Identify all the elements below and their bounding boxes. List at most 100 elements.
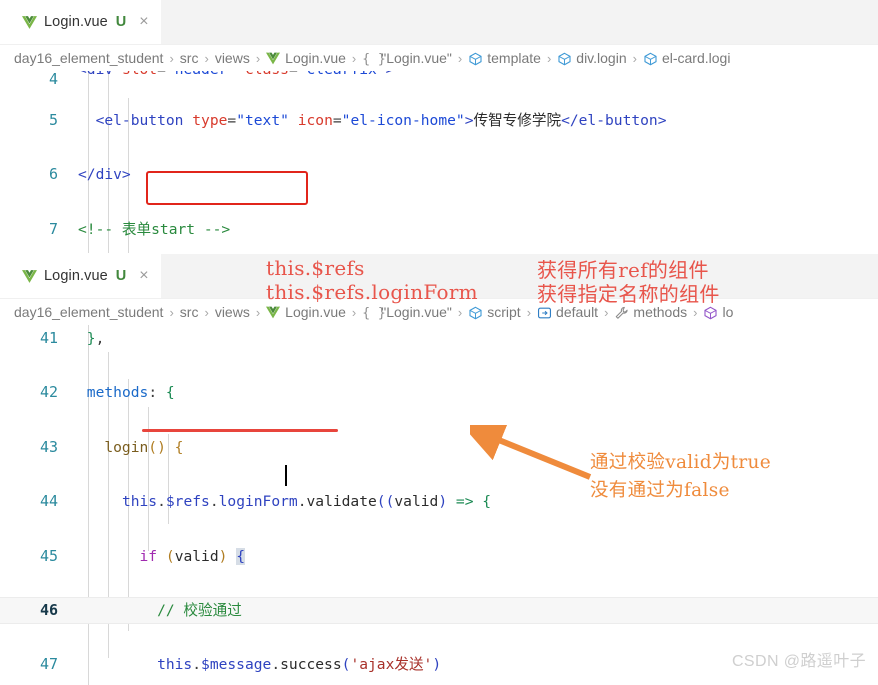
code-area-top[interactable]: 4 <div slot="header" class="clearfix"> 5… <box>0 71 878 253</box>
line-number: 6 <box>48 165 58 184</box>
line-number: 47 <box>39 655 58 674</box>
breadcrumb-separator: › <box>255 304 261 320</box>
line-number: 4 <box>48 71 58 88</box>
breadcrumb-item[interactable]: day16_element_student <box>14 50 163 66</box>
breadcrumb-item[interactable]: template <box>468 50 541 66</box>
cube-blue-icon <box>468 52 483 66</box>
breadcrumb-top: day16_element_student › src › views › Lo… <box>0 45 878 71</box>
line-number: 7 <box>48 219 58 238</box>
breadcrumb-separator: › <box>169 50 174 66</box>
line-content: </div> <box>78 166 131 184</box>
tab-strip-top: Login.vue U × <box>0 0 878 45</box>
breadcrumb-separator: › <box>169 304 174 320</box>
breadcrumb-separator: › <box>204 50 209 66</box>
tabstrip-left-edge <box>0 0 8 44</box>
breadcrumb-item[interactable]: { } "Login.vue" <box>362 50 452 67</box>
breadcrumb-item[interactable]: default <box>537 304 598 320</box>
vue-file-icon <box>22 269 37 283</box>
vscode-screenshot: Login.vue U × day16_element_student › sr… <box>0 0 878 685</box>
breadcrumb-separator: › <box>204 304 209 320</box>
code-line-active: 46 // 校验通过 <box>0 596 878 625</box>
breadcrumb-bottom: day16_element_student › src › views › Lo… <box>0 299 878 325</box>
line-number: 45 <box>39 546 58 565</box>
text-caret <box>285 465 287 486</box>
breadcrumb-item[interactable]: day16_element_student <box>14 304 163 320</box>
code-line: 43 login() { <box>0 434 878 461</box>
line-content: <el-button type="text" icon="el-icon-hom… <box>95 112 667 129</box>
code-line: 44 this.$refs.loginForm.validate((valid)… <box>0 488 878 515</box>
breadcrumb-label: default <box>556 304 599 320</box>
code-area-bottom[interactable]: 41 }, 42 methods: { 43 login() { 44 this… <box>0 325 878 685</box>
breadcrumb-label: "Login.vue" <box>381 50 452 66</box>
breadcrumb-separator: › <box>632 50 637 66</box>
breadcrumb-separator: › <box>255 50 261 66</box>
breadcrumb-item[interactable]: src <box>180 50 199 66</box>
tab-git-status-badge: U <box>115 268 127 284</box>
breadcrumb-item[interactable]: div.login <box>557 50 627 66</box>
line-content: this.$message.success('ajax发送') <box>157 656 442 674</box>
braces-icon: { } <box>362 52 386 67</box>
cube-blue-icon <box>557 52 572 66</box>
cube-blue-icon <box>468 306 483 320</box>
breadcrumb-separator: › <box>604 304 609 320</box>
code-line: 5 <el-button type="text" icon="el-icon-h… <box>0 107 878 134</box>
breadcrumb-item[interactable]: { } "Login.vue" <box>362 304 452 321</box>
tabstrip-left-edge <box>0 254 8 298</box>
line-content: login() { <box>104 438 184 456</box>
breadcrumb-item[interactable]: Login.vue <box>266 304 346 320</box>
tab-git-status-badge: U <box>115 14 127 30</box>
breadcrumb-separator: › <box>457 304 463 320</box>
tab-login-vue-top[interactable]: Login.vue U × <box>8 0 161 44</box>
vue-file-icon <box>266 52 281 66</box>
code-line: 47 this.$message.success('ajax发送') <box>0 651 878 678</box>
editor-pane-bottom: Login.vue U × day16_element_student › sr… <box>0 254 878 685</box>
wrench-icon <box>614 306 629 320</box>
vue-file-icon <box>266 306 281 320</box>
breadcrumb-item[interactable]: views <box>215 50 250 66</box>
vue-file-icon <box>22 15 37 29</box>
breadcrumb-separator: › <box>546 50 552 66</box>
breadcrumb-item[interactable]: views <box>215 304 250 320</box>
tab-label: Login.vue <box>44 14 108 30</box>
line-content: // 校验通过 <box>157 601 242 619</box>
breadcrumb-item[interactable]: script <box>468 304 521 320</box>
code-line: 42 methods: { <box>0 379 878 406</box>
breadcrumb-separator: › <box>351 304 357 320</box>
line-number: 5 <box>48 111 58 129</box>
breadcrumb-label: lo <box>722 304 734 320</box>
breadcrumb-label: src <box>179 304 199 320</box>
breadcrumb-label: template <box>487 50 541 66</box>
breadcrumb-item[interactable]: src <box>180 304 199 320</box>
tab-strip-bottom: Login.vue U × <box>0 254 878 299</box>
line-number: 44 <box>39 492 58 511</box>
breadcrumb-label: script <box>487 304 521 320</box>
breadcrumb-label: methods <box>633 304 688 320</box>
code-line: 6 </div> <box>0 161 878 188</box>
braces-icon: { } <box>362 306 386 321</box>
line-number: 46 <box>39 600 58 619</box>
breadcrumb-label: views <box>214 50 250 66</box>
line-content: <!-- 表单start --> <box>78 220 231 238</box>
breadcrumb-label: div.login <box>576 50 627 66</box>
line-number: 41 <box>39 329 58 347</box>
close-icon[interactable]: × <box>139 268 148 284</box>
close-icon[interactable]: × <box>139 14 148 30</box>
breadcrumb-item[interactable]: methods <box>614 304 687 320</box>
editor-pane-top: Login.vue U × day16_element_student › sr… <box>0 0 878 253</box>
breadcrumb-separator: › <box>351 50 357 66</box>
breadcrumb-label: views <box>214 304 250 320</box>
breadcrumb-item[interactable]: el-card.logi <box>643 50 730 66</box>
line-content: if (valid) { <box>139 547 246 565</box>
export-default-icon <box>537 306 552 320</box>
breadcrumb-item[interactable]: Login.vue <box>266 50 346 66</box>
code-line: 45 if (valid) { <box>0 543 878 570</box>
tab-label: Login.vue <box>44 268 108 284</box>
breadcrumb-separator: › <box>693 304 698 320</box>
ref-underline <box>142 429 338 432</box>
breadcrumb-item[interactable]: lo <box>703 304 733 320</box>
line-content: <div slot="header" class="clearfix"> <box>78 71 394 78</box>
code-line: 41 }, <box>0 325 878 352</box>
tab-login-vue-bottom[interactable]: Login.vue U × <box>8 254 161 298</box>
code-line: 7 <!-- 表单start --> <box>0 216 878 243</box>
cube-purple-icon <box>703 306 718 320</box>
